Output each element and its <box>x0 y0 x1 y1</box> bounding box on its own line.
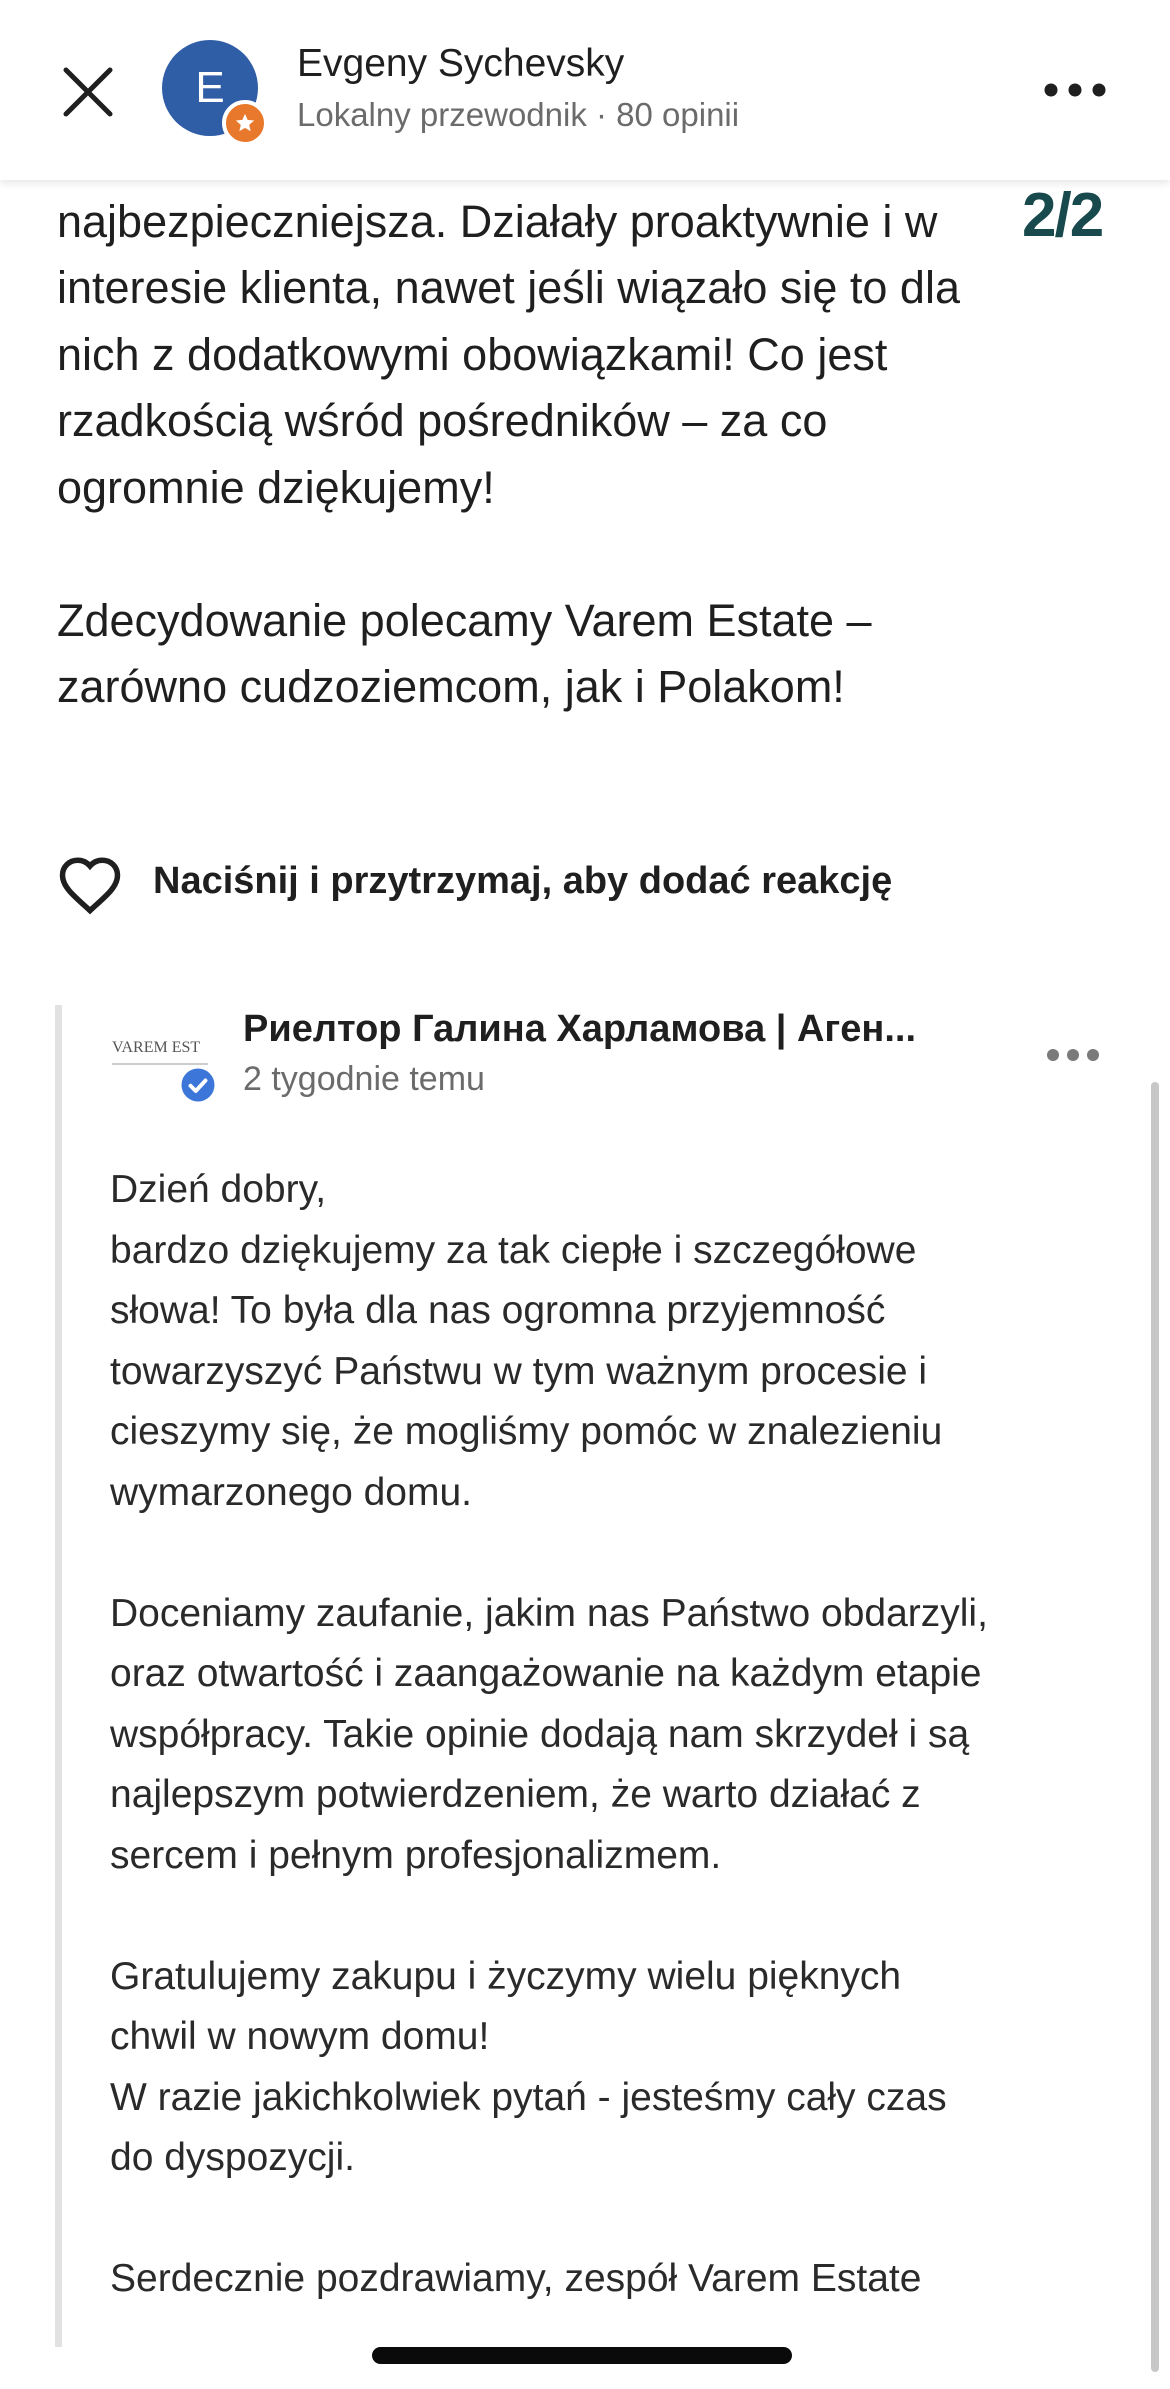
author-name[interactable]: Evgeny Sychevsky <box>297 42 624 86</box>
close-icon[interactable] <box>56 60 120 124</box>
review-text: korygowały umowę, by była dla nas jak na… <box>57 129 960 712</box>
reaction-label[interactable]: Naciśnij i przytrzymaj, aby dodać reakcj… <box>153 860 892 903</box>
reply-text: Dzień dobry, bardzo dziękujemy za tak ci… <box>110 1168 988 2300</box>
more-options-icon[interactable] <box>1040 70 1110 110</box>
scrollbar[interactable] <box>1151 1082 1159 2372</box>
owner-logo-text: VAREM EST <box>112 1039 200 1056</box>
review-header: E Evgeny Sychevsky Lokalny przewodnik · … <box>0 0 1170 180</box>
heart-outline-icon[interactable] <box>57 854 123 916</box>
reply-thread-line <box>55 1005 62 2347</box>
owner-name[interactable]: Риелтор Галина Харламова | Аген... <box>243 1008 993 1051</box>
page-counter: 2/2 <box>1022 181 1104 250</box>
more-options-icon[interactable] <box>1045 1040 1101 1070</box>
home-indicator[interactable] <box>372 2347 792 2364</box>
reply-date: 2 tygodnie temu <box>243 1060 485 1098</box>
verified-badge-icon <box>181 1068 215 1102</box>
author-avatar[interactable]: E <box>162 40 268 146</box>
local-guide-star-icon <box>222 100 268 146</box>
author-subtitle: Lokalny przewodnik · 80 opinii <box>297 96 740 133</box>
